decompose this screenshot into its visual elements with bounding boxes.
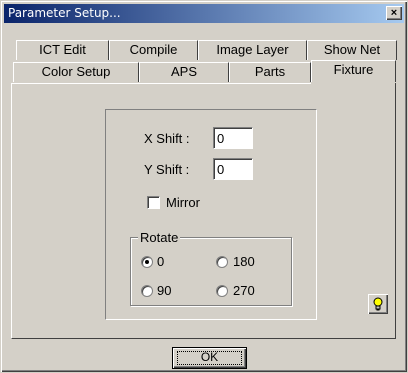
rotate-90-label[interactable]: 90 bbox=[157, 283, 171, 298]
tab-compile[interactable]: Compile bbox=[109, 40, 198, 60]
ok-button[interactable]: OK bbox=[172, 347, 247, 369]
tab-label: Parts bbox=[254, 64, 286, 79]
tab-label: Compile bbox=[129, 42, 178, 57]
tab-label: Show Net bbox=[323, 42, 381, 57]
rotate-270-label[interactable]: 270 bbox=[233, 283, 255, 298]
tab-label: Color Setup bbox=[41, 64, 111, 79]
rotate-group-label: Rotate bbox=[138, 230, 181, 245]
close-button[interactable]: × bbox=[386, 6, 402, 20]
tab-label: ICT Edit bbox=[39, 42, 86, 57]
tab-label: Image Layer bbox=[216, 42, 289, 57]
tab-ict-edit[interactable]: ICT Edit bbox=[16, 40, 109, 60]
x-shift-label: X Shift : bbox=[144, 131, 190, 146]
window-title: Parameter Setup... bbox=[8, 6, 121, 20]
rotate-270-radio[interactable] bbox=[216, 285, 228, 297]
focus-rect bbox=[177, 351, 242, 365]
y-shift-label: Y Shift : bbox=[144, 162, 190, 177]
tab-label: Fixture bbox=[333, 62, 374, 77]
rotate-90-radio[interactable] bbox=[141, 285, 153, 297]
y-shift-input[interactable]: 0 bbox=[213, 158, 253, 180]
rotate-group bbox=[130, 237, 292, 306]
tab-image-layer[interactable]: Image Layer bbox=[198, 40, 307, 60]
x-shift-input[interactable]: 0 bbox=[213, 127, 253, 149]
parameter-setup-dialog: Parameter Setup... × ICT Edit Compile Im… bbox=[0, 0, 408, 373]
mirror-checkbox[interactable] bbox=[147, 196, 160, 209]
rotate-180-label[interactable]: 180 bbox=[233, 254, 255, 269]
title-bar[interactable]: Parameter Setup... × bbox=[4, 4, 404, 23]
tab-fixture[interactable]: Fixture bbox=[311, 60, 396, 82]
tab-label: APS bbox=[170, 64, 197, 79]
lightbulb-icon bbox=[373, 297, 383, 311]
hint-button[interactable] bbox=[368, 294, 388, 314]
tab-aps[interactable]: APS bbox=[139, 62, 229, 82]
rotate-0-radio[interactable] bbox=[141, 256, 153, 268]
mirror-label[interactable]: Mirror bbox=[166, 195, 200, 210]
close-icon: × bbox=[390, 7, 398, 19]
rotate-0-label[interactable]: 0 bbox=[157, 254, 164, 269]
tab-color-setup[interactable]: Color Setup bbox=[13, 62, 139, 82]
rotate-180-radio[interactable] bbox=[216, 256, 228, 268]
tab-parts[interactable]: Parts bbox=[229, 62, 311, 82]
tab-show-net[interactable]: Show Net bbox=[307, 40, 397, 60]
